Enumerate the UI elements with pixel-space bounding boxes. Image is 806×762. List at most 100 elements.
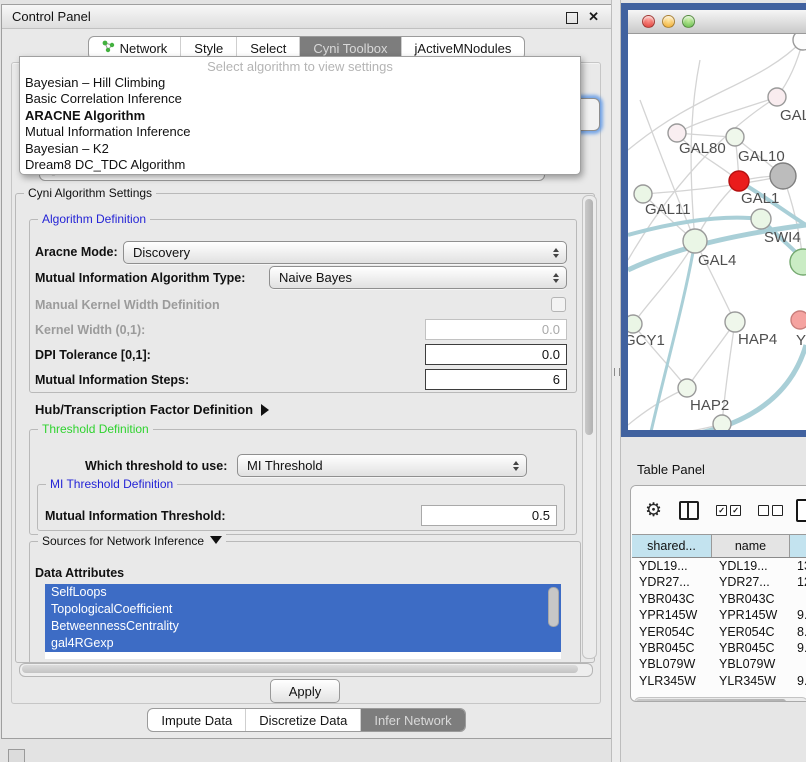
network-node-label: HAP2 — [690, 397, 729, 414]
table-cell: YPR145W — [712, 607, 790, 623]
network-node-swi4[interactable] — [751, 209, 771, 229]
column-header-shared[interactable]: shared... — [632, 535, 712, 557]
algorithm-option-mutual-information-inference[interactable]: Mutual Information Inference — [20, 124, 580, 140]
which-threshold-combo[interactable]: MI Threshold — [237, 454, 527, 477]
table-cell: 12 — [790, 574, 806, 590]
splitter-handle[interactable] — [614, 368, 620, 376]
table-row[interactable]: YBR045CYBR045C9. — [632, 640, 806, 656]
mi-threshold-label: Mutual Information Threshold: — [45, 509, 226, 523]
aracne-mode-combo[interactable]: Discovery — [123, 241, 567, 264]
table-cell: YBR043C — [632, 591, 712, 607]
table-header-row: shared...name — [632, 534, 806, 558]
mi-type-value: Naive Bayes — [279, 270, 352, 285]
network-canvas[interactable]: GALGAL80GAL10GAL1GAL11SWI4GAL4GCY1HAP4YH… — [628, 34, 806, 430]
table-row[interactable]: YDR27...YDR27...12 — [632, 574, 806, 590]
data-attributes-list[interactable]: SelfLoopsTopologicalCoefficientBetweenne… — [45, 584, 561, 659]
select-all-icon[interactable]: ✓✓ — [716, 505, 741, 516]
table-cell: 9. — [790, 673, 806, 687]
table-row[interactable]: YPR145WYPR145W9. — [632, 607, 806, 623]
apply-button-label: Apply — [289, 684, 322, 699]
network-node-label: HAP4 — [738, 331, 777, 348]
table-row[interactable]: YLR345WYLR345W9. — [632, 673, 806, 687]
close-traffic-light-icon[interactable] — [642, 15, 655, 28]
network-node-gal[interactable] — [768, 88, 786, 106]
mi-steps-field[interactable]: 6 — [425, 369, 567, 390]
table-cell: YDL19... — [632, 558, 712, 574]
network-node-hap4[interactable] — [725, 312, 745, 332]
attributes-list-scrollbar[interactable] — [548, 587, 559, 627]
aracne-mode-value: Discovery — [133, 245, 190, 260]
table-cell: YLR345W — [632, 673, 712, 687]
control-panel-titlebar: Control Panel — [2, 5, 611, 29]
algorithm-option-bayesian-k2[interactable]: Bayesian – K2 — [20, 141, 580, 157]
network-node[interactable] — [790, 249, 806, 275]
table-cell: YBL079W — [632, 656, 712, 672]
dpi-tolerance-field[interactable]: 0.0 — [425, 344, 567, 365]
table-cell: YPR145W — [632, 607, 712, 623]
tab-discretize-data[interactable]: Discretize Data — [245, 709, 360, 731]
tab-impute-data-label: Impute Data — [161, 713, 232, 728]
table-row[interactable]: YBR043CYBR043C — [632, 591, 806, 607]
column-header-name[interactable]: name — [712, 535, 790, 557]
zoom-traffic-light-icon[interactable] — [682, 15, 695, 28]
network-node[interactable] — [770, 163, 796, 189]
mi-threshold-field[interactable]: 0.5 — [421, 505, 557, 526]
network-node-gal1[interactable] — [729, 171, 749, 191]
panel-divider[interactable] — [611, 0, 621, 762]
application-root: Control Panel ✕ NetworkStyleSelectCyni T… — [0, 0, 806, 762]
which-threshold-value: MI Threshold — [247, 458, 323, 473]
document-icon[interactable] — [796, 499, 806, 522]
network-node-hap2[interactable] — [678, 379, 696, 397]
table-cell: 13 — [790, 558, 806, 574]
which-threshold-label: Which threshold to use: — [85, 459, 227, 473]
table-horizontal-scrollbar[interactable] — [634, 697, 806, 702]
deselect-all-icon[interactable] — [758, 505, 783, 516]
table-row[interactable]: YBL079WYBL079W — [632, 656, 806, 672]
algorithm-option-aracne-algorithm[interactable]: ARACNE Algorithm — [20, 108, 580, 124]
manual-kernel-checkbox[interactable] — [551, 297, 566, 312]
table-body: YDL19...YDL19...13YDR27...YDR27...12YBR0… — [632, 558, 806, 687]
close-icon[interactable]: ✕ — [588, 9, 599, 25]
tab-infer-network[interactable]: Infer Network — [360, 709, 464, 731]
sources-title[interactable]: Sources for Network Inference — [38, 534, 226, 549]
network-node[interactable] — [713, 415, 731, 430]
control-panel: Control Panel ✕ NetworkStyleSelectCyni T… — [1, 4, 612, 739]
minimized-panel-icon[interactable] — [8, 749, 25, 762]
manual-kernel-label: Manual Kernel Width Definition — [35, 298, 220, 312]
network-window-titlebar[interactable] — [628, 10, 806, 34]
algorithm-option-dream8-dc-tdc-algorithm[interactable]: Dream8 DC_TDC Algorithm — [20, 157, 580, 173]
algorithm-popup-placeholder: Select algorithm to view settings — [20, 59, 580, 75]
tab-cyni-toolbox-label: Cyni Toolbox — [313, 41, 387, 56]
column-header-col2[interactable] — [790, 535, 806, 557]
float-window-icon[interactable] — [566, 12, 578, 24]
network-node-gcy1[interactable] — [628, 315, 642, 333]
gear-icon[interactable]: ⚙ — [645, 501, 662, 520]
attribute-item-betweennesscentrality[interactable]: BetweennessCentrality — [45, 618, 561, 635]
table-cell: YBL079W — [712, 656, 790, 672]
kernel-width-field[interactable]: 0.0 — [425, 319, 567, 340]
network-node-label: Y — [796, 332, 806, 349]
attribute-item-topologicalcoefficient[interactable]: TopologicalCoefficient — [45, 601, 561, 618]
table-panel-window: ⚙ ✓✓ shared...name YDL19...YDL19...13YDR… — [630, 485, 806, 702]
settings-vertical-scrollbar[interactable] — [582, 195, 597, 659]
collapse-down-icon — [210, 536, 222, 544]
column-layout-icon[interactable] — [679, 501, 699, 520]
mi-type-combo[interactable]: Naive Bayes — [269, 266, 567, 289]
dpi-tolerance-label: DPI Tolerance [0,1]: — [35, 348, 151, 362]
algorithm-option-bayesian-hill-climbing[interactable]: Bayesian – Hill Climbing — [20, 75, 580, 91]
network-node-gal4[interactable] — [683, 229, 707, 253]
network-edge[interactable] — [687, 322, 735, 388]
minimize-traffic-light-icon[interactable] — [662, 15, 675, 28]
table-row[interactable]: YER054CYER054C8. — [632, 624, 806, 640]
attribute-item-selfloops[interactable]: SelfLoops — [45, 584, 561, 601]
tab-style-label: Style — [194, 41, 223, 56]
apply-button[interactable]: Apply — [270, 679, 340, 703]
tab-impute-data[interactable]: Impute Data — [148, 709, 245, 731]
settings-horizontal-scrollbar[interactable] — [19, 663, 593, 677]
hub-tf-definition-toggle[interactable]: Hub/Transcription Factor Definition — [35, 402, 269, 417]
algorithm-option-basic-correlation-inference[interactable]: Basic Correlation Inference — [20, 91, 580, 107]
network-node-y[interactable] — [791, 311, 806, 329]
table-row[interactable]: YDL19...YDL19...13 — [632, 558, 806, 574]
network-node-gal10[interactable] — [726, 128, 744, 146]
attribute-item-gal4rgexp[interactable]: gal4RGexp — [45, 635, 561, 652]
